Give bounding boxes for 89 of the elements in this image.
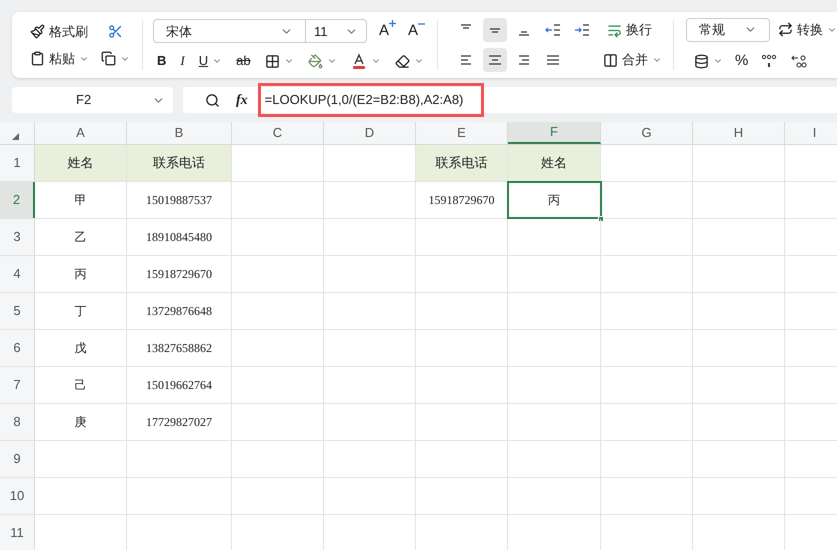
merge-button[interactable]: 合并 xyxy=(602,50,662,70)
strikethrough-button[interactable]: ab xyxy=(236,51,251,71)
column-header[interactable]: H xyxy=(693,122,785,144)
align-middle-icon xyxy=(490,28,500,32)
column-header[interactable]: G xyxy=(601,122,693,144)
header-cell: 姓名 xyxy=(508,145,601,181)
paint-bucket-icon xyxy=(308,54,323,68)
align-center-icon xyxy=(488,55,501,65)
name-box[interactable]: F2 xyxy=(12,87,173,113)
column-header[interactable]: D xyxy=(324,122,416,144)
column-header[interactable]: I xyxy=(785,122,837,144)
table-cell: 庚 xyxy=(35,404,127,440)
italic-button[interactable]: I xyxy=(180,51,185,71)
header-cell: 姓名 xyxy=(35,145,127,181)
row-header[interactable]: 5 xyxy=(0,293,35,329)
table-cell: 丙 xyxy=(35,256,127,292)
decrease-decimal-icon[interactable] xyxy=(790,54,808,68)
align-bottom-icon xyxy=(518,31,529,36)
search-icon[interactable] xyxy=(205,92,220,108)
align-justify-icon xyxy=(546,55,559,65)
column-header[interactable]: B xyxy=(127,122,232,144)
table-cell: 己 xyxy=(35,367,127,403)
row-header[interactable]: 7 xyxy=(0,367,35,403)
formula-input[interactable]: =LOOKUP(1,0/(E2=B2:B8),A2:A8) xyxy=(258,83,484,117)
row-header[interactable]: 3 xyxy=(0,219,35,255)
table-cell: 15019662764 xyxy=(127,367,232,403)
table-cell: 甲 xyxy=(35,182,127,218)
column-header[interactable]: A xyxy=(35,122,127,144)
table-cell: 戊 xyxy=(35,330,127,366)
align-left-icon xyxy=(460,55,471,65)
column-header[interactable]: F xyxy=(508,122,601,144)
paste-button[interactable]: 粘贴 xyxy=(30,49,89,68)
select-all-corner-icon[interactable] xyxy=(12,133,19,140)
grid-icon xyxy=(264,54,280,68)
eraser-icon xyxy=(394,54,410,68)
row-header[interactable]: 10 xyxy=(0,478,35,514)
clear-button[interactable] xyxy=(394,54,424,68)
table-cell: 17729827027 xyxy=(127,404,232,440)
borders-button[interactable] xyxy=(264,54,294,68)
cell-style-button[interactable] xyxy=(694,54,723,68)
database-icon xyxy=(694,54,709,68)
repeat-icon xyxy=(778,22,793,38)
plus-icon xyxy=(389,20,396,27)
align-right-icon xyxy=(518,55,529,65)
row-header[interactable]: 9 xyxy=(0,441,35,477)
bold-button[interactable]: B xyxy=(157,51,166,71)
shrink-font-button[interactable]: A xyxy=(408,20,426,42)
align-center-button[interactable] xyxy=(482,48,507,72)
header-cell: 联系电话 xyxy=(127,145,232,181)
row-header[interactable]: 11 xyxy=(0,515,35,550)
row-header[interactable]: 8 xyxy=(0,404,35,440)
table-cell: 15019887537 xyxy=(127,182,232,218)
header-cell: 联系电话 xyxy=(416,145,508,181)
grow-font-button[interactable]: A xyxy=(379,20,396,42)
fx-label[interactable]: fx xyxy=(236,90,248,110)
copy-icon xyxy=(101,51,116,66)
underline-button[interactable]: U xyxy=(198,51,222,71)
align-middle-button[interactable] xyxy=(482,18,507,42)
row-header[interactable]: 1 xyxy=(0,145,35,181)
table-cell: 丁 xyxy=(35,293,127,329)
wrap-text-button[interactable]: 换行 xyxy=(606,20,652,40)
thousands-separator-icon[interactable] xyxy=(760,54,778,68)
column-header[interactable]: C xyxy=(232,122,324,144)
table-cell: 13729876648 xyxy=(127,293,232,329)
minus-icon xyxy=(418,23,426,25)
clipboard-icon xyxy=(30,51,45,66)
convert-button[interactable]: 转换 xyxy=(778,20,837,40)
row-header[interactable]: 2 xyxy=(0,182,35,218)
table-cell: 13827658862 xyxy=(127,330,232,366)
fill-color-button[interactable] xyxy=(308,54,337,68)
cut-icon[interactable] xyxy=(108,24,123,39)
table-cell: 15918729670 xyxy=(127,256,232,292)
align-top-icon xyxy=(460,24,471,29)
row-header[interactable]: 6 xyxy=(0,330,35,366)
table-cell: 18910845480 xyxy=(127,219,232,255)
paintbrush-icon xyxy=(30,24,45,39)
font-color-button[interactable] xyxy=(350,53,381,69)
number-format-select[interactable]: 常规 xyxy=(686,18,770,42)
merge-icon xyxy=(602,52,618,68)
percent-button[interactable]: % xyxy=(735,50,748,72)
font-color-icon xyxy=(350,53,367,69)
table-cell: 15918729670 xyxy=(416,182,508,218)
table-cell: 乙 xyxy=(35,219,127,255)
table-cell: 丙 xyxy=(508,182,601,218)
fill-handle[interactable] xyxy=(598,216,604,222)
copy-button[interactable] xyxy=(101,51,130,66)
row-header[interactable]: 4 xyxy=(0,256,35,292)
wrap-icon xyxy=(606,22,622,38)
format-painter-button[interactable]: 格式刷 xyxy=(30,22,88,41)
